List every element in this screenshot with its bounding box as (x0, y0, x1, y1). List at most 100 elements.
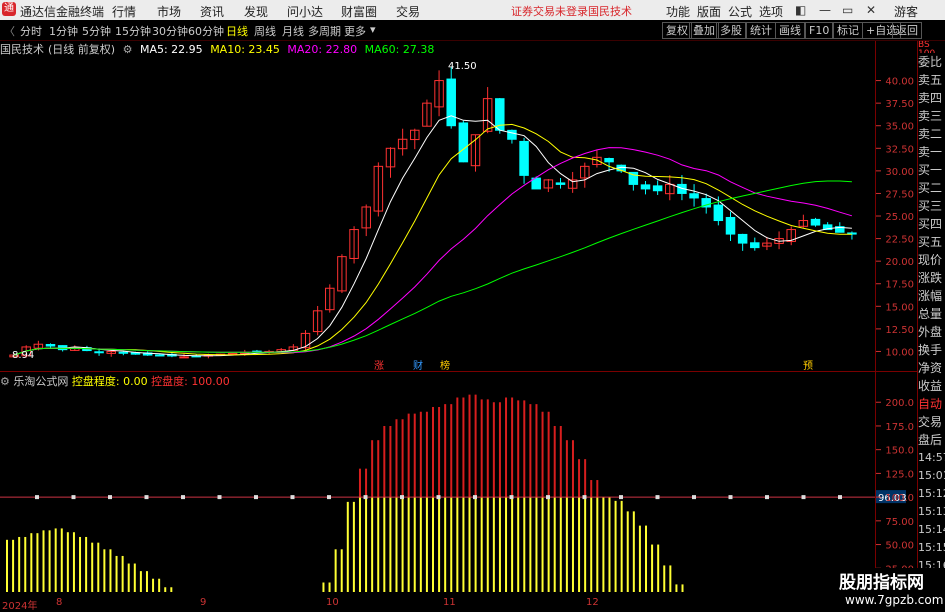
minimize-icon[interactable]: — (819, 3, 831, 17)
settings-gear-icon[interactable]: ⚙ (123, 43, 133, 56)
candle-body (713, 204, 724, 222)
menu-item-trade[interactable]: 交易 (396, 3, 420, 20)
side-item-sell3[interactable]: 卖三 (918, 107, 945, 125)
candle-body (252, 350, 262, 353)
tab-period-weekly[interactable]: 周线 (254, 23, 276, 39)
side-item-buy1[interactable]: 买一 (918, 161, 945, 179)
side-item-afterhours[interactable]: 盘后 (918, 431, 945, 449)
reference-dot (108, 495, 112, 500)
menu-item-options[interactable]: 选项 (759, 3, 783, 20)
side-item-sell1[interactable]: 卖一 (918, 143, 945, 161)
tab-period-daily[interactable]: 日线 (226, 23, 248, 39)
panel-divider (0, 371, 917, 372)
x-label-year: 2024年 (2, 601, 38, 612)
side-item-price[interactable]: 现价 (918, 251, 945, 269)
axis-divider (875, 41, 876, 596)
side-item-sell5[interactable]: 卖五 (918, 71, 945, 89)
side-item-pct[interactable]: 涨幅 (918, 287, 945, 305)
side-item-netasset[interactable]: 净资 (918, 359, 945, 377)
side-item-weibi[interactable]: 委比 (918, 53, 945, 71)
stats-button[interactable]: 统计 (746, 22, 776, 39)
reference-dot (400, 495, 404, 500)
reference-dot (363, 495, 368, 500)
skin-icon[interactable]: ◧ (795, 3, 806, 17)
stock-chart[interactable]: 96.03 40.00 37.50 35.00 32.50 30.00 27.50 25.0… (0, 0, 945, 609)
reference-marker-label: 96.03 (878, 493, 907, 504)
watermark: 股朋指标网 www.7gpzb.com (833, 568, 945, 609)
side-item-auto[interactable]: 自动 (918, 395, 945, 413)
candle-body (179, 356, 189, 359)
tab-period-30min[interactable]: 30分钟 (152, 23, 188, 39)
control-level-label: 控盘度: (151, 375, 188, 388)
candle-body (531, 177, 541, 190)
reference-dot (619, 495, 623, 500)
indicator-tick-label: 175.0 (885, 422, 914, 433)
menu-item-function[interactable]: 功能 (666, 3, 690, 20)
side-item-turnover[interactable]: 换手 (918, 341, 945, 359)
indicator-tick-label: 150.0 (885, 446, 914, 457)
candle-body (33, 343, 44, 349)
tab-period-monthly[interactable]: 月线 (282, 23, 304, 39)
candle-body (82, 347, 92, 352)
price-tick-label: 30.00 (885, 167, 914, 178)
settings-gear-icon[interactable]: ⚙ (0, 375, 10, 388)
menu-item-market[interactable]: 市场 (157, 3, 181, 20)
side-item-change[interactable]: 涨跌 (918, 269, 945, 287)
candle-body (312, 310, 323, 333)
reference-dot (765, 495, 769, 500)
overlay-button[interactable]: 叠加 (689, 22, 719, 39)
side-item-buy5[interactable]: 买五 (918, 233, 945, 251)
side-item-buy2[interactable]: 买二 (918, 179, 945, 197)
indicator-tick-label: 125.0 (885, 469, 914, 480)
menu-item-wealth[interactable]: 财富圈 (341, 3, 377, 20)
ma60-label: MA60: 27.38 (364, 43, 435, 56)
menu-item-news[interactable]: 资讯 (200, 3, 224, 20)
control-degree-value: 0.00 (123, 375, 148, 388)
tab-period-more[interactable]: 更多 (344, 23, 366, 39)
more-chevron-icon[interactable]: ▾ (370, 23, 376, 36)
side-item-outer[interactable]: 外盘 (918, 323, 945, 341)
candle-body (458, 122, 469, 163)
candle-body (822, 224, 833, 231)
back-arrow-icon[interactable]: 〈 (4, 23, 15, 39)
menu-item-ask[interactable]: 问小达 (287, 3, 323, 20)
side-item-buy4[interactable]: 买四 (918, 215, 945, 233)
side-item-sell4[interactable]: 卖四 (918, 89, 945, 107)
tab-period-1min[interactable]: 1分钟 (49, 23, 78, 39)
return-button[interactable]: 返回 (892, 22, 922, 39)
menu-item-layout[interactable]: 版面 (697, 3, 721, 20)
candle-body (264, 350, 274, 353)
side-item-buy3[interactable]: 买三 (918, 197, 945, 215)
menu-item-quotes[interactable]: 行情 (112, 3, 136, 20)
reference-dot (217, 495, 222, 500)
tab-period-60min[interactable]: 60分钟 (188, 23, 224, 39)
tab-period-5min[interactable]: 5分钟 (82, 23, 111, 39)
candle-body (361, 206, 371, 229)
candle-body (385, 147, 396, 168)
tab-period-15min[interactable]: 15分钟 (115, 23, 151, 39)
reference-dot (327, 495, 331, 500)
tab-period-multi[interactable]: 多周期 (308, 23, 341, 39)
guest-label[interactable]: 游客 (894, 3, 918, 20)
menu-item-discover[interactable]: 发现 (244, 3, 268, 20)
reference-dot (35, 495, 39, 500)
reference-dot (692, 495, 696, 500)
menu-item-formula[interactable]: 公式 (728, 3, 752, 20)
adjust-button[interactable]: 复权 (662, 22, 692, 39)
f10-button[interactable]: F10 (805, 22, 834, 39)
multi-stock-button[interactable]: 多股 (716, 22, 746, 39)
login-notice[interactable]: 证券交易未登录 (511, 3, 588, 19)
restore-icon[interactable]: ▭ (842, 3, 853, 17)
candle-body (689, 193, 699, 199)
mark-button[interactable]: 标记 (833, 22, 863, 39)
reference-dot (290, 495, 295, 500)
reference-dot (801, 495, 806, 500)
close-icon[interactable]: ✕ (866, 3, 876, 17)
side-item-eps[interactable]: 收益 (918, 377, 945, 395)
draw-line-button[interactable]: 画线 (775, 22, 805, 39)
side-item-sell2[interactable]: 卖二 (918, 125, 945, 143)
tab-period-intraday[interactable]: 分时 (20, 23, 42, 39)
candle-body (227, 352, 238, 355)
side-item-trade[interactable]: 交易 (918, 413, 945, 431)
side-item-volume[interactable]: 总量 (918, 305, 945, 323)
